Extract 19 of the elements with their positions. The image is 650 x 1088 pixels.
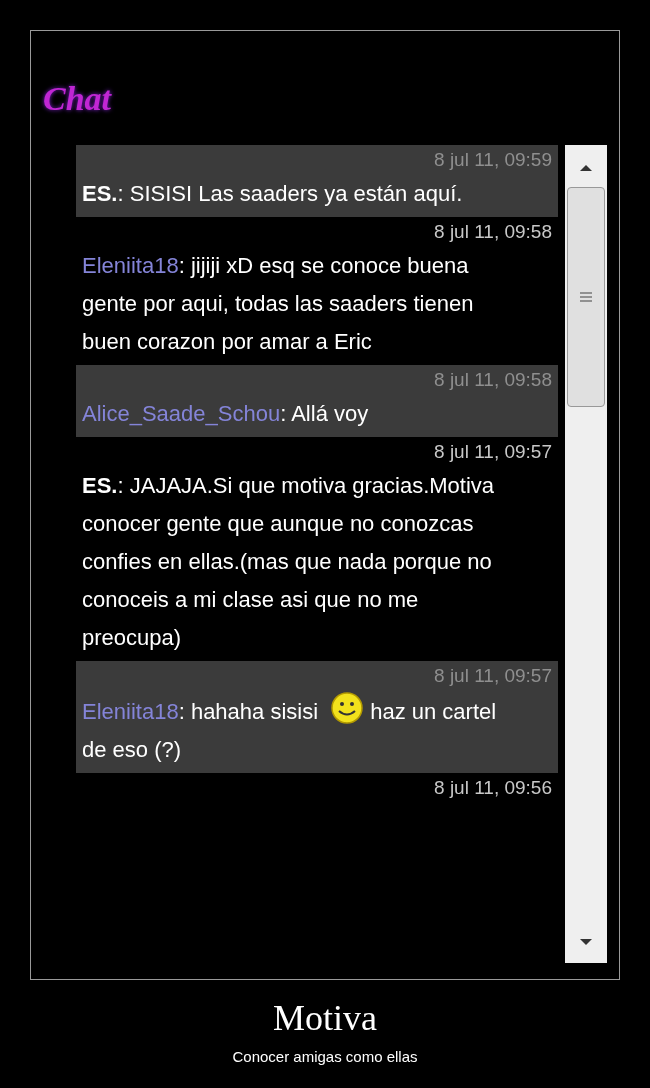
message-text: Eleniita18: jijiji xD esq se conoce buena gente por aqui, todas las saaders tienen buen corazon por amar a Eric bbox=[82, 252, 475, 356]
message-text: ES.: JAJAJA.Si que motiva gracias.Motiva conocer gente que aunque no conozcas confies en ellas.(mas que nada porque no conoceis a mi clase asi que no me preocupa) bbox=[82, 472, 496, 652]
message-time: 8 jul 11, 09:58 bbox=[433, 220, 552, 244]
scroll-thumb[interactable] bbox=[567, 187, 605, 407]
scrollbar[interactable] bbox=[565, 145, 607, 963]
poster-subtitle: Conocer amigas como ellas bbox=[232, 1047, 418, 1067]
grip-icon bbox=[579, 291, 593, 303]
chat-title: Chat bbox=[43, 79, 113, 119]
message-time: 8 jul 11, 09:57 bbox=[433, 440, 552, 464]
message-time: 8 jul 11, 09:56 bbox=[433, 776, 552, 800]
scroll-down-icon[interactable] bbox=[578, 937, 594, 947]
poster-title: Motiva bbox=[273, 997, 377, 1040]
message-text: Alice_Saade_Schou: Allá voy bbox=[82, 400, 370, 428]
scroll-up-icon[interactable] bbox=[578, 163, 594, 173]
message-time: 8 jul 11, 09:59 bbox=[433, 148, 552, 172]
message-time: 8 jul 11, 09:58 bbox=[433, 368, 552, 392]
message-time: 8 jul 11, 09:57 bbox=[433, 664, 552, 688]
message-text: ES.: SISISI Las saaders ya están aquí. bbox=[82, 180, 464, 208]
message-text: Eleniita18: hahaha sisisi haz un cartel de eso (?) bbox=[82, 691, 522, 769]
